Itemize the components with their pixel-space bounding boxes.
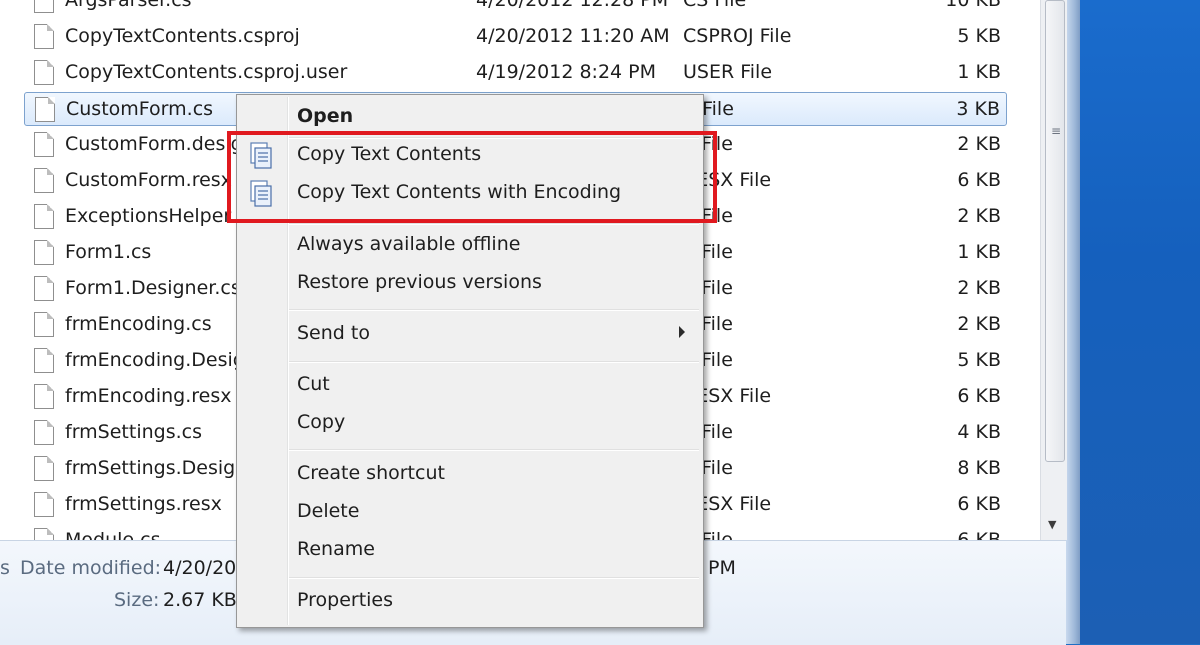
- menu-item-send-to[interactable]: Send to: [237, 317, 703, 353]
- file-size: 8 KB: [957, 457, 1001, 479]
- file-row[interactable]: CopyTextContents.csproj.user 4/19/2012 8:…: [24, 56, 1007, 90]
- file-name: frmEncoding.cs: [65, 313, 212, 335]
- vertical-scrollbar[interactable]: ≡ ▼: [1040, 0, 1067, 540]
- file-name: frmSettings.resx: [65, 493, 222, 515]
- file-icon: [34, 24, 54, 49]
- menu-separator: [289, 309, 699, 311]
- scroll-down-arrow-icon[interactable]: ▼: [1048, 518, 1056, 531]
- file-size: 2 KB: [957, 133, 1001, 155]
- file-name: ArgsParser.cs: [65, 0, 192, 11]
- file-size: 10 KB: [945, 0, 1001, 11]
- file-name: frmEncoding.Desig: [65, 349, 245, 371]
- file-icon: [34, 420, 54, 445]
- file-row[interactable]: CopyTextContents.csproj 4/20/2012 11:20 A…: [24, 20, 1007, 54]
- menu-separator: [289, 361, 699, 363]
- menu-item-cut[interactable]: Cut: [237, 368, 703, 404]
- file-size: 3 KB: [956, 98, 1000, 120]
- submenu-arrow-icon: [679, 326, 685, 338]
- file-name: frmSettings.cs: [65, 421, 202, 443]
- file-size: 1 KB: [957, 241, 1001, 263]
- file-icon: [34, 276, 54, 301]
- file-icon: [34, 240, 54, 265]
- file-icon: [35, 97, 55, 122]
- file-size: 6 KB: [957, 493, 1001, 515]
- file-name: frmSettings.Design: [65, 457, 248, 479]
- file-type: CSPROJ File: [683, 25, 792, 47]
- file-icon: [34, 384, 54, 409]
- size-value: 2.67 KB: [163, 589, 237, 611]
- menu-item-label: Rename: [297, 538, 375, 560]
- menu-item-label: Cut: [297, 373, 330, 395]
- grip-icon: ≡: [1051, 124, 1062, 138]
- menu-item-label: Properties: [297, 589, 394, 611]
- file-icon: [34, 312, 54, 337]
- menu-item-restore-versions[interactable]: Restore previous versions: [237, 266, 703, 302]
- file-date-modified: 4/20/2012 12:28 PM: [476, 0, 669, 11]
- menu-separator: [289, 449, 699, 451]
- file-name: Form1.Designer.cs: [65, 277, 241, 299]
- menu-item-label: Send to: [297, 322, 370, 344]
- menu-item-label: Restore previous versions: [297, 271, 542, 293]
- file-size: 6 KB: [957, 169, 1001, 191]
- menu-item-label: Create shortcut: [297, 462, 445, 484]
- file-name: CustomForm.cs: [66, 98, 214, 120]
- menu-item-always-offline[interactable]: Always available offline: [237, 228, 703, 264]
- time-fragment: PM: [708, 557, 736, 579]
- menu-item-label: Open: [297, 105, 354, 127]
- file-size: 2 KB: [957, 313, 1001, 335]
- scrollbar-thumb[interactable]: ≡: [1045, 0, 1065, 462]
- file-name: CopyTextContents.csproj.user: [65, 61, 348, 83]
- desktop-background: [1080, 0, 1200, 644]
- file-type: CS File: [683, 0, 747, 11]
- file-date-modified: 4/19/2012 8:24 PM: [476, 61, 657, 83]
- menu-separator: [289, 577, 699, 579]
- file-icon: [34, 492, 54, 517]
- file-size: 2 KB: [957, 205, 1001, 227]
- menu-item-label: Copy: [297, 411, 346, 433]
- file-size: 5 KB: [957, 349, 1001, 371]
- menu-separator: [289, 223, 699, 225]
- file-name: Form1.cs: [65, 241, 152, 263]
- file-type: USER File: [683, 61, 773, 83]
- file-size: 2 KB: [957, 277, 1001, 299]
- file-name: CustomForm.resx: [65, 169, 232, 191]
- menu-item-delete[interactable]: Delete: [237, 495, 703, 531]
- annotation-highlight-box: [227, 131, 717, 223]
- menu-item-copy[interactable]: Copy: [237, 406, 703, 442]
- file-icon: [34, 132, 54, 157]
- file-name: CopyTextContents.csproj: [65, 25, 300, 47]
- file-name: ExceptionsHelper.: [65, 205, 236, 227]
- file-icon: [34, 60, 54, 85]
- menu-item-properties[interactable]: Properties: [237, 584, 703, 620]
- file-size: 1 KB: [957, 61, 1001, 83]
- file-size: 5 KB: [957, 25, 1001, 47]
- menu-item-label: Always available offline: [297, 233, 521, 255]
- file-icon: [34, 204, 54, 229]
- menu-item-rename[interactable]: Rename: [237, 533, 703, 569]
- file-size: 4 KB: [957, 421, 1001, 443]
- file-icon: [34, 348, 54, 373]
- menu-item-create-shortcut[interactable]: Create shortcut: [237, 457, 703, 493]
- file-name: CustomForm.desig: [65, 133, 243, 155]
- window-frame: [1066, 0, 1080, 644]
- file-icon: [34, 456, 54, 481]
- menu-item-label: Delete: [297, 500, 360, 522]
- file-date-modified: 4/20/2012 11:20 AM: [476, 25, 670, 47]
- file-name: frmEncoding.resx: [65, 385, 232, 407]
- file-size: 6 KB: [957, 385, 1001, 407]
- details-fragment: s: [0, 557, 10, 579]
- file-icon: [34, 0, 54, 13]
- file-row[interactable]: ArgsParser.cs 4/20/2012 12:28 PM CS File 10…: [24, 0, 1007, 18]
- file-icon: [34, 168, 54, 193]
- date-modified-label: Date modified:: [20, 557, 162, 579]
- size-label: Size:: [114, 589, 160, 611]
